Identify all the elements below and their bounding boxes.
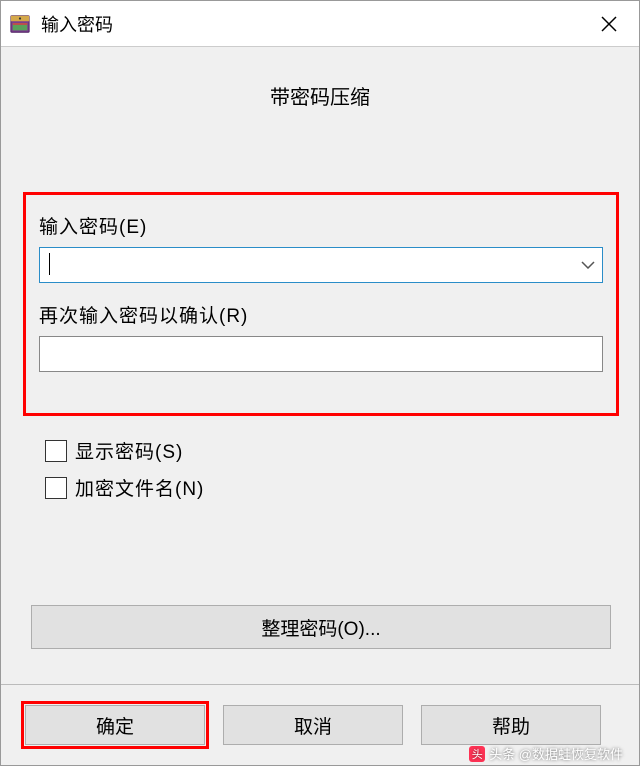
- close-icon: [600, 15, 618, 33]
- confirm-password-input[interactable]: [39, 336, 603, 372]
- organize-passwords-button[interactable]: 整理密码(O)...: [31, 605, 611, 649]
- confirm-password-label: 再次输入密码以确认(R): [39, 301, 603, 328]
- help-button[interactable]: 帮助: [421, 705, 601, 745]
- encrypt-names-checkbox[interactable]: [45, 477, 67, 499]
- encrypt-names-label: 加密文件名(N): [75, 474, 204, 501]
- ok-button[interactable]: 确定: [25, 705, 205, 745]
- password-combo-wrap: [39, 247, 603, 283]
- cancel-button[interactable]: 取消: [223, 705, 403, 745]
- encrypt-names-row: 加密文件名(N): [45, 474, 204, 501]
- close-button[interactable]: [587, 2, 631, 46]
- show-password-label: 显示密码(S): [75, 437, 183, 464]
- show-password-checkbox[interactable]: [45, 440, 67, 462]
- winrar-icon: [9, 13, 31, 35]
- password-label: 输入密码(E): [39, 212, 603, 239]
- dialog-window: 输入密码 带密码压缩 输入密码(E) 再次输入密码以确认(R): [0, 0, 640, 766]
- dialog-button-bar: 确定 取消 帮助: [1, 684, 639, 765]
- window-title: 输入密码: [41, 11, 587, 37]
- dialog-header: 带密码压缩: [1, 47, 639, 120]
- titlebar: 输入密码: [1, 1, 639, 47]
- checkbox-group: 显示密码(S) 加密文件名(N): [45, 437, 204, 511]
- password-fields: 输入密码(E) 再次输入密码以确认(R): [39, 212, 603, 372]
- password-input[interactable]: [39, 247, 603, 283]
- text-cursor: [49, 253, 50, 275]
- show-password-row: 显示密码(S): [45, 437, 204, 464]
- dialog-content: 带密码压缩 输入密码(E) 再次输入密码以确认(R) 显示密码(S) 加密文件名…: [1, 47, 639, 765]
